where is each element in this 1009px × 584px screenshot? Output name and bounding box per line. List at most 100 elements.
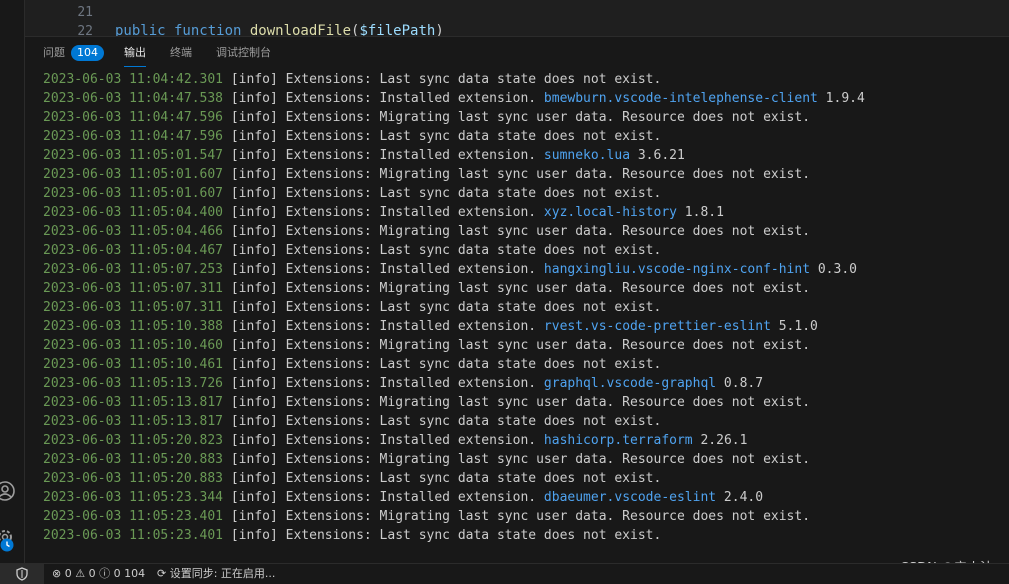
log-line: 2023-06-03 11:05:04.400 [info] Extension…	[43, 203, 1009, 222]
warning-icon: ⚠	[75, 567, 86, 580]
log-level: [info]	[230, 338, 278, 353]
account-icon[interactable]	[0, 480, 16, 502]
log-line: 2023-06-03 11:05:20.883 [info] Extension…	[43, 469, 1009, 488]
extension-version: 3.6.21	[630, 148, 685, 163]
log-level: [info]	[230, 509, 278, 524]
log-level: [info]	[230, 148, 278, 163]
extension-id-link[interactable]: xyz.local-history	[544, 205, 677, 220]
log-message: Extensions: Installed extension.	[277, 319, 544, 334]
extension-id-link[interactable]: dbaeumer.vscode-eslint	[544, 490, 716, 505]
log-level: [info]	[230, 205, 278, 220]
clock-badge-icon	[0, 538, 14, 552]
log-level: [info]	[230, 414, 278, 429]
log-space	[223, 376, 231, 391]
log-level: [info]	[230, 91, 278, 106]
log-level: [info]	[230, 528, 278, 543]
problems-count-badge: 104	[71, 45, 104, 61]
tab-problems[interactable]: 问题 104	[43, 45, 104, 61]
log-space	[223, 395, 231, 410]
log-space	[223, 224, 231, 239]
log-timestamp: 2023-06-03 11:05:13.726	[43, 376, 224, 391]
log-level: [info]	[230, 433, 278, 448]
log-message: Extensions: Migrating last sync user dat…	[277, 224, 811, 239]
extension-id-link[interactable]: sumneko.lua	[544, 148, 630, 163]
log-line: 2023-06-03 11:04:42.301 [info] Extension…	[43, 70, 1009, 89]
settings-sync-status[interactable]: ⟳ 设置同步: 正在启用...	[157, 566, 275, 582]
log-line: 2023-06-03 11:05:13.817 [info] Extension…	[43, 393, 1009, 412]
log-space	[223, 167, 231, 182]
log-message: Extensions: Installed extension.	[277, 490, 544, 505]
info-icon: ⓘ	[99, 567, 111, 580]
log-level: [info]	[230, 262, 278, 277]
log-message: Extensions: Last sync data state does no…	[277, 357, 662, 372]
log-timestamp: 2023-06-03 11:05:01.607	[43, 186, 224, 201]
log-line: 2023-06-03 11:05:10.461 [info] Extension…	[43, 355, 1009, 374]
extension-id-link[interactable]: hangxingliu.vscode-nginx-conf-hint	[544, 262, 810, 277]
remote-indicator[interactable]	[0, 564, 44, 584]
code-function-name: downloadFile	[249, 23, 352, 36]
log-message: Extensions: Installed extension.	[277, 262, 544, 277]
extension-id-link[interactable]: hashicorp.terraform	[544, 433, 693, 448]
warning-count: 0	[88, 567, 96, 580]
log-timestamp: 2023-06-03 11:05:07.311	[43, 281, 224, 296]
log-line: 2023-06-03 11:05:07.311 [info] Extension…	[43, 279, 1009, 298]
log-timestamp: 2023-06-03 11:04:42.301	[43, 72, 224, 87]
log-level: [info]	[230, 281, 278, 296]
log-line: 2023-06-03 11:05:23.344 [info] Extension…	[43, 488, 1009, 507]
log-message: Extensions: Last sync data state does no…	[277, 471, 662, 486]
log-message: Extensions: Migrating last sync user dat…	[277, 452, 811, 467]
activity-bar	[0, 0, 25, 564]
extension-version: 1.8.1	[676, 205, 724, 220]
info-count: 0	[113, 567, 121, 580]
log-message: Extensions: Migrating last sync user dat…	[277, 281, 811, 296]
log-timestamp: 2023-06-03 11:05:01.607	[43, 167, 224, 182]
error-count: 0	[64, 567, 72, 580]
problems-status[interactable]: ⊗ 0 ⚠ 0 ⓘ 0 104	[52, 566, 145, 582]
editor-area[interactable]: 21 22 public function downloadFile($file…	[25, 0, 1009, 36]
log-timestamp: 2023-06-03 11:05:10.460	[43, 338, 224, 353]
code-punctuation: )	[435, 23, 444, 36]
panel-tabs: 问题 104 输出 终端 调试控制台	[25, 37, 1009, 71]
tab-debug-console[interactable]: 调试控制台	[216, 45, 271, 61]
log-level: [info]	[230, 395, 278, 410]
log-space	[223, 471, 231, 486]
log-message: Extensions: Last sync data state does no…	[277, 300, 662, 315]
log-space	[223, 357, 231, 372]
log-line: 2023-06-03 11:05:23.401 [info] Extension…	[43, 526, 1009, 545]
log-timestamp: 2023-06-03 11:04:47.538	[43, 91, 224, 106]
log-level: [info]	[230, 490, 278, 505]
log-line: 2023-06-03 11:05:01.547 [info] Extension…	[43, 146, 1009, 165]
log-timestamp: 2023-06-03 11:05:10.388	[43, 319, 224, 334]
log-message: Extensions: Installed extension.	[277, 205, 544, 220]
tab-label: 问题	[43, 46, 65, 59]
log-timestamp: 2023-06-03 11:05:04.400	[43, 205, 224, 220]
log-message: Extensions: Installed extension.	[277, 148, 544, 163]
log-message: Extensions: Last sync data state does no…	[277, 243, 662, 258]
log-space	[223, 414, 231, 429]
tab-output[interactable]: 输出	[124, 45, 146, 67]
log-line: 2023-06-03 11:05:10.460 [info] Extension…	[43, 336, 1009, 355]
log-space	[223, 338, 231, 353]
sync-icon: ⟳	[157, 567, 167, 580]
extension-id-link[interactable]: graphql.vscode-graphql	[544, 376, 716, 391]
extension-id-link[interactable]: bmewburn.vscode-intelephense-client	[544, 91, 818, 106]
log-line: 2023-06-03 11:05:01.607 [info] Extension…	[43, 184, 1009, 203]
extension-id-link[interactable]: rvest.vs-code-prettier-eslint	[544, 319, 771, 334]
log-line: 2023-06-03 11:04:47.596 [info] Extension…	[43, 127, 1009, 146]
output-log[interactable]: 2023-06-03 11:04:42.301 [info] Extension…	[43, 70, 1009, 545]
log-space	[223, 262, 231, 277]
extension-version: 5.1.0	[770, 319, 818, 334]
log-timestamp: 2023-06-03 11:05:07.253	[43, 262, 224, 277]
log-space	[223, 300, 231, 315]
log-line: 2023-06-03 11:05:23.401 [info] Extension…	[43, 507, 1009, 526]
code-line[interactable]: public function downloadFile($filePath)	[115, 22, 444, 36]
log-space	[223, 490, 231, 505]
log-timestamp: 2023-06-03 11:04:47.596	[43, 110, 224, 125]
log-space	[223, 72, 231, 87]
info-total-count: 104	[124, 567, 146, 580]
tab-terminal[interactable]: 终端	[170, 45, 192, 61]
log-timestamp: 2023-06-03 11:05:10.461	[43, 357, 224, 372]
log-message: Extensions: Migrating last sync user dat…	[277, 338, 811, 353]
log-timestamp: 2023-06-03 11:05:13.817	[43, 414, 224, 429]
log-line: 2023-06-03 11:05:07.253 [info] Extension…	[43, 260, 1009, 279]
